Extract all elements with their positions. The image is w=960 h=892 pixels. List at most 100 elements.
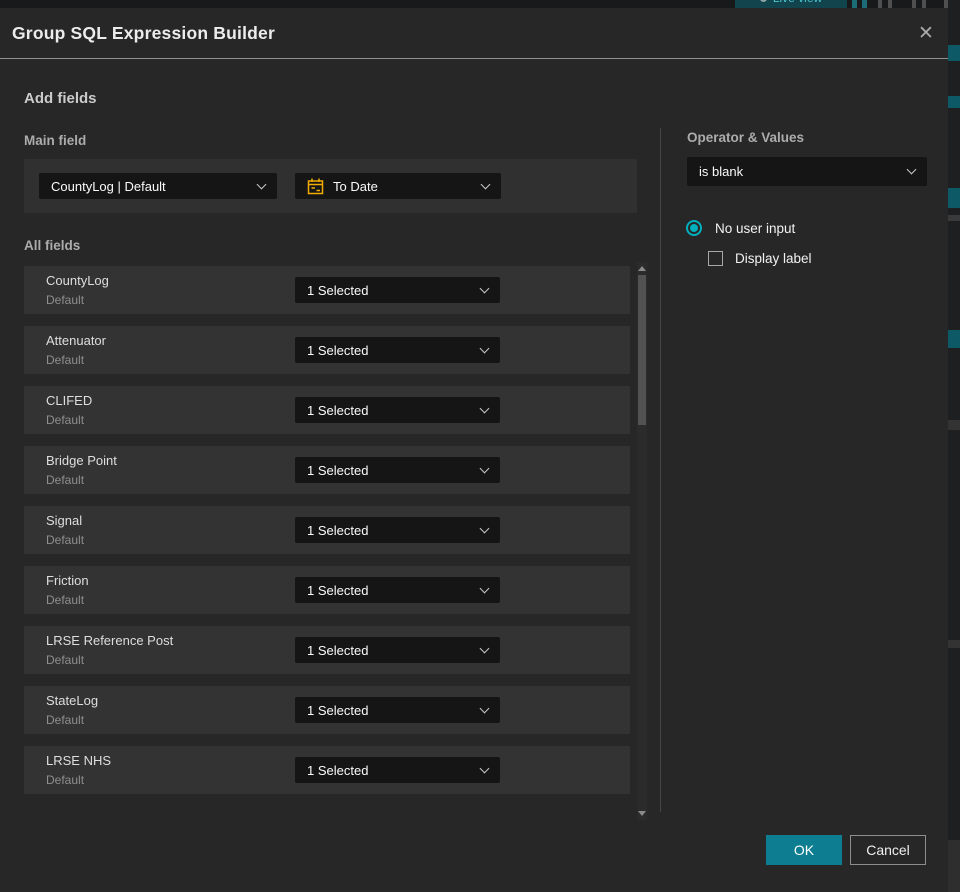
chevron-down-icon [479,523,490,533]
field-row: Attenuator Default 1 Selected [24,326,630,374]
background-segment [948,215,960,221]
field-selected-dropdown[interactable]: 1 Selected [295,397,500,423]
background-toolbar-bar [888,0,892,8]
field-selected-value: 1 Selected [307,402,369,418]
title-separator [0,58,948,59]
field-name: Bridge Point [46,453,117,468]
main-field-select-value: CountyLog | Default [51,178,166,194]
background-segment [948,640,960,648]
background-app-rightstrip [948,0,960,892]
ok-button[interactable]: OK [766,835,842,865]
background-toolbar-bar [878,0,882,8]
field-selected-value: 1 Selected [307,582,369,598]
background-toolbar-bar [922,0,926,8]
field-sublabel: Default [46,713,85,727]
background-app-topstrip: Live view [0,0,960,8]
field-name: LRSE NHS [46,753,112,768]
field-sublabel: Default [46,293,85,307]
scroll-down-icon[interactable] [638,811,646,816]
field-selected-dropdown[interactable]: 1 Selected [295,697,500,723]
checkbox-unchecked-icon[interactable] [708,251,723,266]
field-selected-dropdown[interactable]: 1 Selected [295,457,500,483]
field-selected-dropdown[interactable]: 1 Selected [295,757,500,783]
main-field-label: Main field [24,133,87,148]
date-type-select[interactable]: To Date [295,173,501,199]
calendar-icon [307,178,324,194]
field-selected-value: 1 Selected [307,642,369,658]
field-row: Bridge Point Default 1 Selected [24,446,630,494]
field-name: CLIFED [46,393,93,408]
dialog-title: Group SQL Expression Builder [12,23,275,43]
chevron-down-icon [479,583,490,593]
field-row: StateLog Default 1 Selected [24,686,630,734]
field-selected-value: 1 Selected [307,462,369,478]
field-selected-value: 1 Selected [307,702,369,718]
display-label-option[interactable]: Display label [708,251,812,266]
radio-selected-icon[interactable] [686,220,702,236]
chevron-down-icon [479,703,490,713]
panel-divider [660,128,661,812]
chevron-down-icon [479,643,490,653]
background-segment [948,330,960,348]
background-segment [948,420,960,430]
field-selected-dropdown[interactable]: 1 Selected [295,277,500,303]
operator-select-value: is blank [699,164,744,179]
field-name: Attenuator [46,333,106,348]
no-user-input-label: No user input [715,220,796,236]
background-toolbar-bar [862,0,867,8]
list-scrollbar[interactable] [637,262,647,820]
chevron-down-icon [479,763,490,773]
field-selected-value: 1 Selected [307,342,369,358]
scroll-up-icon[interactable] [638,266,646,271]
all-fields-label: All fields [24,238,81,253]
field-sublabel: Default [46,353,85,367]
chevron-down-icon [479,403,490,413]
main-field-select[interactable]: CountyLog | Default [39,173,277,199]
background-segment [948,96,960,108]
field-selected-dropdown[interactable]: 1 Selected [295,337,500,363]
background-segment [948,45,960,61]
chevron-down-icon [906,164,917,175]
field-selected-value: 1 Selected [307,282,369,298]
add-fields-heading: Add fields [24,90,97,107]
operator-values-label: Operator & Values [687,130,805,145]
chevron-down-icon [480,179,491,189]
operator-select[interactable]: is blank [687,157,927,186]
field-selected-dropdown[interactable]: 1 Selected [295,637,500,663]
group-sql-expression-builder-dialog: Group SQL Expression Builder ✕ Add field… [0,8,948,892]
dialog-titlebar: Group SQL Expression Builder ✕ [0,8,948,58]
live-view-label: Live view [773,0,822,5]
live-dot-icon [759,0,767,2]
field-sublabel: Default [46,413,85,427]
field-selected-value: 1 Selected [307,522,369,538]
no-user-input-option[interactable]: No user input [686,220,795,236]
field-name: Friction [46,573,89,588]
field-row: LRSE NHS Default 1 Selected [24,746,630,794]
field-selected-dropdown[interactable]: 1 Selected [295,517,500,543]
background-toolbar-bar [852,0,857,8]
main-field-panel: CountyLog | Default To Date [24,159,637,213]
chevron-down-icon [256,179,267,189]
field-name: StateLog [46,693,99,708]
display-label-label: Display label [735,251,812,266]
chevron-down-icon [479,283,490,293]
field-sublabel: Default [46,473,85,487]
field-sublabel: Default [46,653,85,667]
live-view-indicator: Live view [735,0,847,8]
field-sublabel: Default [46,593,85,607]
close-icon[interactable]: ✕ [912,19,940,47]
cancel-button[interactable]: Cancel [850,835,926,865]
background-toolbar-bar [912,0,916,8]
field-sublabel: Default [46,533,85,547]
date-type-select-value: To Date [333,178,378,194]
field-name: Signal [46,513,83,528]
field-selected-value: 1 Selected [307,762,369,778]
field-row: CountyLog Default 1 Selected [24,266,630,314]
chevron-down-icon [479,463,490,473]
background-segment [948,840,960,892]
scrollbar-thumb[interactable] [638,275,646,425]
field-selected-dropdown[interactable]: 1 Selected [295,577,500,603]
field-name: LRSE Reference Post [46,633,174,648]
field-row: Signal Default 1 Selected [24,506,630,554]
field-row: Friction Default 1 Selected [24,566,630,614]
